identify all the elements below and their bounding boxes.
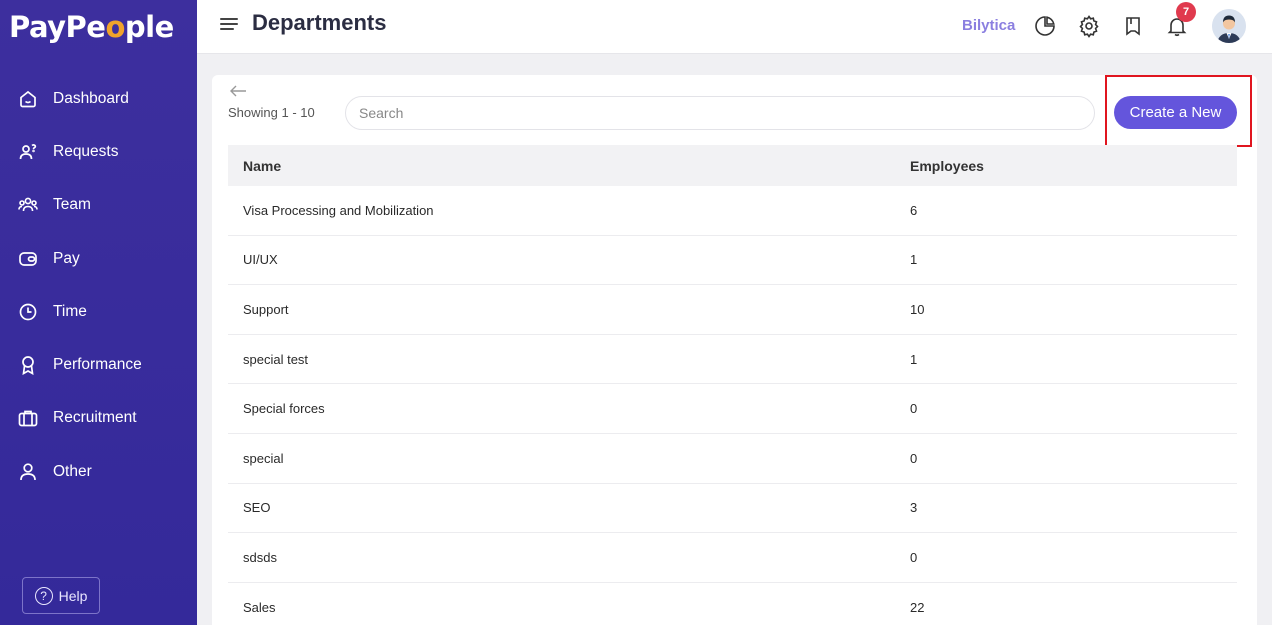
award-icon (18, 355, 38, 376)
sidebar-item-pay[interactable]: Pay (0, 232, 197, 285)
sidebar-item-label: Performance (53, 356, 142, 374)
table-header: Name Employees (228, 145, 1237, 186)
sidebar-item-performance[interactable]: Performance (0, 338, 197, 391)
department-name: UI/UX (243, 252, 278, 268)
table-row[interactable]: Support 10 (228, 285, 1237, 335)
column-header-name[interactable]: Name (228, 158, 910, 174)
department-name: Visa Processing and Mobilization (243, 202, 434, 218)
sidebar-item-label: Recruitment (53, 409, 137, 427)
user-icon (18, 462, 38, 482)
department-name: special (243, 450, 284, 466)
wallet-icon (18, 249, 38, 269)
employee-count: 0 (910, 401, 918, 417)
employee-count: 3 (910, 500, 918, 516)
sidebar-item-other[interactable]: Other (0, 445, 197, 498)
user-avatar[interactable] (1212, 9, 1246, 43)
help-icon: ? (34, 586, 53, 605)
page-title: Departments (252, 10, 387, 35)
sidebar-nav: Dashboard Requests Team Pay Time Perform… (0, 72, 197, 498)
table-row[interactable]: UI/UX 1 (228, 236, 1237, 286)
sidebar-item-label: Pay (53, 249, 80, 267)
table-row[interactable]: special 0 (228, 434, 1237, 484)
employee-count: 0 (910, 549, 918, 565)
table-row[interactable]: Sales 22 (228, 583, 1237, 625)
paypeople-logo[interactable]: PayPeople (9, 10, 174, 44)
department-name: Sales (243, 599, 276, 615)
sidebar-item-team[interactable]: Team (0, 179, 197, 232)
company-name[interactable]: Bilytica (962, 17, 1015, 34)
department-name: sdsds (243, 549, 277, 565)
department-name: special test (243, 351, 309, 367)
analytics-pie-icon[interactable] (1033, 14, 1057, 38)
departments-table: Name Employees Visa Processing and Mobil… (228, 145, 1237, 625)
sidebar-item-label: Team (53, 196, 91, 214)
employee-count: 1 (910, 351, 918, 367)
pagination-summary: Showing 1 - 10 (228, 105, 315, 120)
sidebar-item-time[interactable]: Time (0, 285, 197, 338)
clock-icon (18, 302, 38, 322)
sidebar-item-label: Other (53, 462, 92, 480)
department-name: SEO (243, 500, 271, 516)
home-icon (18, 89, 38, 109)
search-input[interactable] (345, 96, 1095, 130)
column-header-employees[interactable]: Employees (910, 158, 1237, 174)
sidebar-item-recruitment[interactable]: Recruitment (0, 392, 197, 445)
briefcase-icon (18, 408, 38, 428)
department-name: Special forces (243, 401, 325, 417)
team-icon (18, 195, 38, 215)
employee-count: 0 (910, 450, 918, 466)
employee-count: 1 (910, 252, 918, 268)
top-bar: Departments Bilytica 7 (197, 0, 1272, 54)
department-name: Support (243, 301, 289, 317)
table-row[interactable]: sdsds 0 (228, 533, 1237, 583)
notification-badge: 7 (1176, 2, 1196, 22)
table-row[interactable]: Special forces 0 (228, 384, 1237, 434)
help-button[interactable]: ? Help (22, 577, 100, 614)
sidebar-item-requests[interactable]: Requests (0, 125, 197, 178)
employee-count: 6 (910, 202, 918, 218)
employee-count: 22 (910, 599, 925, 615)
employee-count: 10 (910, 301, 925, 317)
sidebar-item-dashboard[interactable]: Dashboard (0, 72, 197, 125)
sidebar: PayPeople Dashboard Requests Team Pay Ti… (0, 0, 197, 625)
requests-icon (18, 142, 38, 162)
menu-toggle-icon[interactable] (220, 18, 238, 32)
table-row[interactable]: special test 1 (228, 335, 1237, 385)
departments-card: Showing 1 - 10 Create a New Name Employe… (212, 75, 1257, 625)
sidebar-item-label: Requests (53, 142, 119, 160)
help-label: Help (58, 587, 88, 604)
create-new-button[interactable]: Create a New (1114, 96, 1237, 129)
sidebar-item-label: Dashboard (53, 89, 129, 107)
back-arrow-icon[interactable] (228, 83, 248, 99)
settings-gear-icon[interactable] (1077, 14, 1101, 38)
bookmark-icon[interactable] (1121, 14, 1145, 38)
table-row[interactable]: Visa Processing and Mobilization 6 (228, 186, 1237, 236)
sidebar-item-label: Time (53, 302, 87, 320)
table-row[interactable]: SEO 3 (228, 484, 1237, 534)
